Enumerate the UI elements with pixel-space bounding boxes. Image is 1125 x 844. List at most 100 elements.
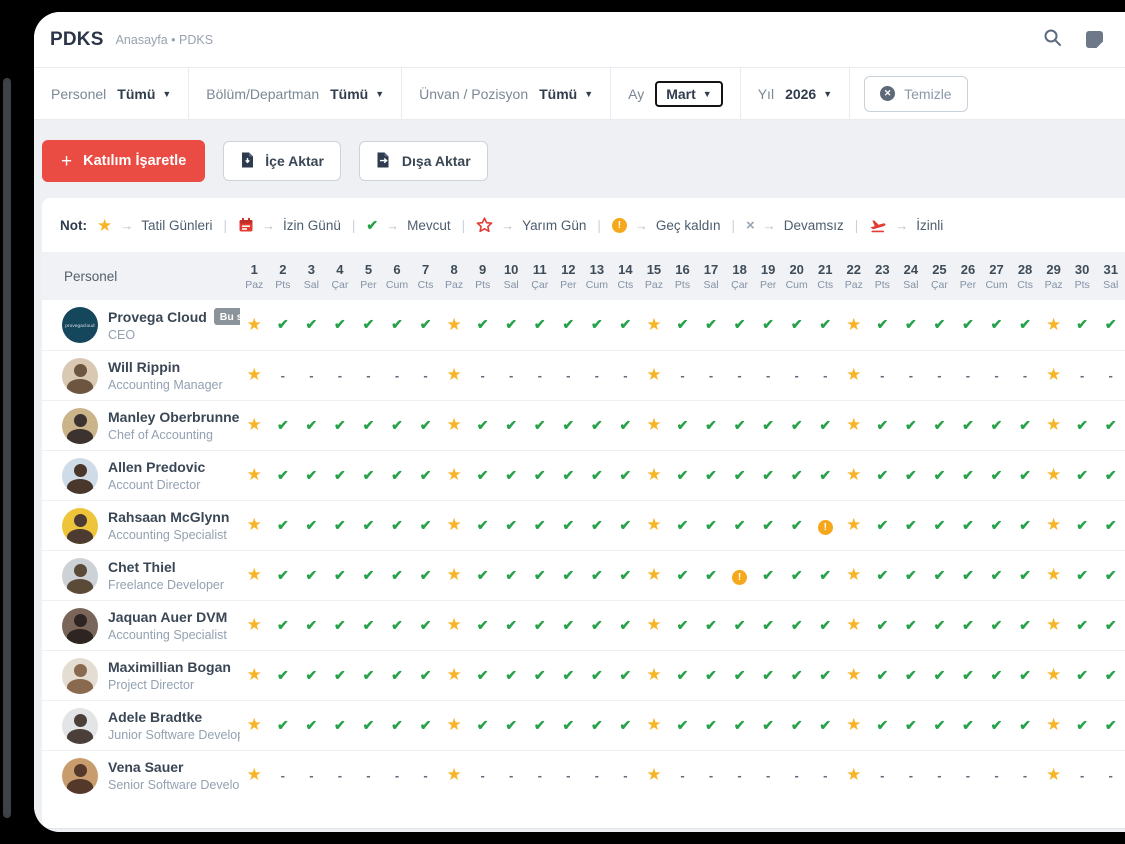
attendance-cell-r3-d27[interactable]: ✔ (982, 417, 1011, 435)
attendance-cell-r1-d12[interactable]: ✔ (554, 316, 583, 334)
attendance-cell-r2-d17[interactable]: - (697, 367, 726, 385)
attendance-cell-r6-d14[interactable]: ✔ (611, 567, 640, 585)
attendance-cell-r1-d27[interactable]: ✔ (982, 316, 1011, 334)
attendance-cell-r6-d23[interactable]: ✔ (868, 567, 897, 585)
attendance-cell-r6-d13[interactable]: ✔ (583, 567, 612, 585)
attendance-cell-r5-d29[interactable]: ★ (1039, 516, 1068, 535)
attendance-cell-r6-d11[interactable]: ✔ (525, 567, 554, 585)
attendance-cell-r8-d5[interactable]: ✔ (354, 667, 383, 685)
person-cell[interactable]: Manley Oberbrunner Chef of Accounting (42, 401, 240, 450)
attendance-cell-r7-d7[interactable]: ✔ (411, 617, 440, 635)
attendance-cell-r3-d8[interactable]: ★ (440, 416, 469, 435)
attendance-cell-r2-d23[interactable]: - (868, 367, 897, 385)
attendance-cell-r3-d30[interactable]: ✔ (1068, 417, 1097, 435)
attendance-cell-r9-d24[interactable]: ✔ (897, 717, 926, 735)
attendance-cell-r4-d7[interactable]: ✔ (411, 467, 440, 485)
attendance-cell-r8-d3[interactable]: ✔ (297, 667, 326, 685)
attendance-cell-r3-d20[interactable]: ✔ (782, 417, 811, 435)
attendance-cell-r9-d16[interactable]: ✔ (668, 717, 697, 735)
attendance-cell-r5-d22[interactable]: ★ (840, 516, 869, 535)
filter-value-ay[interactable]: Mart ▼ (655, 80, 723, 107)
attendance-cell-r4-d23[interactable]: ✔ (868, 467, 897, 485)
attendance-cell-r3-d5[interactable]: ✔ (354, 417, 383, 435)
attendance-cell-r8-d27[interactable]: ✔ (982, 667, 1011, 685)
attendance-cell-r2-d28[interactable]: - (1011, 367, 1040, 385)
attendance-cell-r5-d6[interactable]: ✔ (383, 517, 412, 535)
attendance-cell-r8-d15[interactable]: ★ (640, 666, 669, 685)
attendance-cell-r3-d4[interactable]: ✔ (326, 417, 355, 435)
attendance-cell-r1-d5[interactable]: ✔ (354, 316, 383, 334)
attendance-cell-r2-d22[interactable]: ★ (840, 366, 869, 385)
attendance-cell-r5-d27[interactable]: ✔ (982, 517, 1011, 535)
attendance-cell-r10-d20[interactable]: - (782, 767, 811, 785)
attendance-cell-r5-d9[interactable]: ✔ (468, 517, 497, 535)
attendance-cell-r3-d15[interactable]: ★ (640, 416, 669, 435)
attendance-cell-r6-d21[interactable]: ✔ (811, 567, 840, 585)
attendance-cell-r2-d6[interactable]: - (383, 367, 412, 385)
attendance-cell-r5-d1[interactable]: ★ (240, 516, 269, 535)
attendance-cell-r8-d19[interactable]: ✔ (754, 667, 783, 685)
attendance-cell-r7-d22[interactable]: ★ (840, 616, 869, 635)
attendance-cell-r3-d26[interactable]: ✔ (954, 417, 983, 435)
attendance-cell-r4-d30[interactable]: ✔ (1068, 467, 1097, 485)
search-icon[interactable] (1043, 28, 1062, 52)
attendance-cell-r4-d8[interactable]: ★ (440, 466, 469, 485)
attendance-cell-r7-d1[interactable]: ★ (240, 616, 269, 635)
attendance-cell-r4-d5[interactable]: ✔ (354, 467, 383, 485)
attendance-cell-r1-d26[interactable]: ✔ (954, 316, 983, 334)
attendance-cell-r1-d20[interactable]: ✔ (782, 316, 811, 334)
attendance-cell-r7-d9[interactable]: ✔ (468, 617, 497, 635)
attendance-cell-r7-d20[interactable]: ✔ (782, 617, 811, 635)
attendance-cell-r3-d6[interactable]: ✔ (383, 417, 412, 435)
attendance-cell-r7-d18[interactable]: ✔ (725, 617, 754, 635)
attendance-cell-r8-d9[interactable]: ✔ (468, 667, 497, 685)
attendance-cell-r9-d31[interactable]: ✔ (1096, 717, 1125, 735)
attendance-cell-r6-d30[interactable]: ✔ (1068, 567, 1097, 585)
attendance-cell-r6-d27[interactable]: ✔ (982, 567, 1011, 585)
attendance-cell-r3-d31[interactable]: ✔ (1096, 417, 1125, 435)
filter-value-yil[interactable]: 2026 ▼ (785, 86, 832, 102)
attendance-cell-r3-d17[interactable]: ✔ (697, 417, 726, 435)
attendance-cell-r6-d10[interactable]: ✔ (497, 567, 526, 585)
attendance-cell-r4-d2[interactable]: ✔ (269, 467, 298, 485)
attendance-cell-r6-d2[interactable]: ✔ (269, 567, 298, 585)
attendance-cell-r10-d14[interactable]: - (611, 767, 640, 785)
attendance-cell-r8-d1[interactable]: ★ (240, 666, 269, 685)
attendance-cell-r8-d23[interactable]: ✔ (868, 667, 897, 685)
attendance-cell-r6-d16[interactable]: ✔ (668, 567, 697, 585)
attendance-cell-r3-d11[interactable]: ✔ (525, 417, 554, 435)
attendance-cell-r1-d13[interactable]: ✔ (583, 316, 612, 334)
attendance-cell-r1-d14[interactable]: ✔ (611, 316, 640, 334)
attendance-cell-r8-d31[interactable]: ✔ (1096, 667, 1125, 685)
import-button[interactable]: İçe Aktar (223, 141, 341, 181)
attendance-cell-r7-d26[interactable]: ✔ (954, 617, 983, 635)
attendance-cell-r7-d11[interactable]: ✔ (525, 617, 554, 635)
attendance-cell-r1-d23[interactable]: ✔ (868, 316, 897, 334)
attendance-cell-r7-d17[interactable]: ✔ (697, 617, 726, 635)
attendance-cell-r5-d23[interactable]: ✔ (868, 517, 897, 535)
attendance-cell-r6-d9[interactable]: ✔ (468, 567, 497, 585)
mark-attendance-button[interactable]: + Katılım İşaretle (42, 140, 206, 182)
attendance-cell-r4-d18[interactable]: ✔ (725, 467, 754, 485)
filter-value-personel[interactable]: Tümü ▼ (117, 86, 171, 102)
attendance-cell-r2-d8[interactable]: ★ (440, 366, 469, 385)
attendance-cell-r4-d12[interactable]: ✔ (554, 467, 583, 485)
attendance-cell-r2-d30[interactable]: - (1068, 367, 1097, 385)
attendance-cell-r10-d7[interactable]: - (411, 767, 440, 785)
attendance-cell-r8-d2[interactable]: ✔ (269, 667, 298, 685)
filter-value-bolum-departman[interactable]: Tümü ▼ (330, 86, 384, 102)
attendance-cell-r2-d27[interactable]: - (982, 367, 1011, 385)
attendance-cell-r10-d21[interactable]: - (811, 767, 840, 785)
attendance-cell-r6-d5[interactable]: ✔ (354, 567, 383, 585)
attendance-cell-r4-d1[interactable]: ★ (240, 466, 269, 485)
attendance-cell-r2-d26[interactable]: - (954, 367, 983, 385)
person-cell[interactable]: provegacloud Provega Cloud Bu sensin CEO (42, 300, 240, 350)
person-cell[interactable]: Maximillian Bogan Project Director (42, 651, 240, 700)
attendance-cell-r3-d12[interactable]: ✔ (554, 417, 583, 435)
attendance-cell-r9-d11[interactable]: ✔ (525, 717, 554, 735)
attendance-cell-r6-d26[interactable]: ✔ (954, 567, 983, 585)
attendance-cell-r8-d30[interactable]: ✔ (1068, 667, 1097, 685)
attendance-cell-r9-d21[interactable]: ✔ (811, 717, 840, 735)
attendance-cell-r3-d21[interactable]: ✔ (811, 417, 840, 435)
attendance-cell-r5-d24[interactable]: ✔ (897, 517, 926, 535)
